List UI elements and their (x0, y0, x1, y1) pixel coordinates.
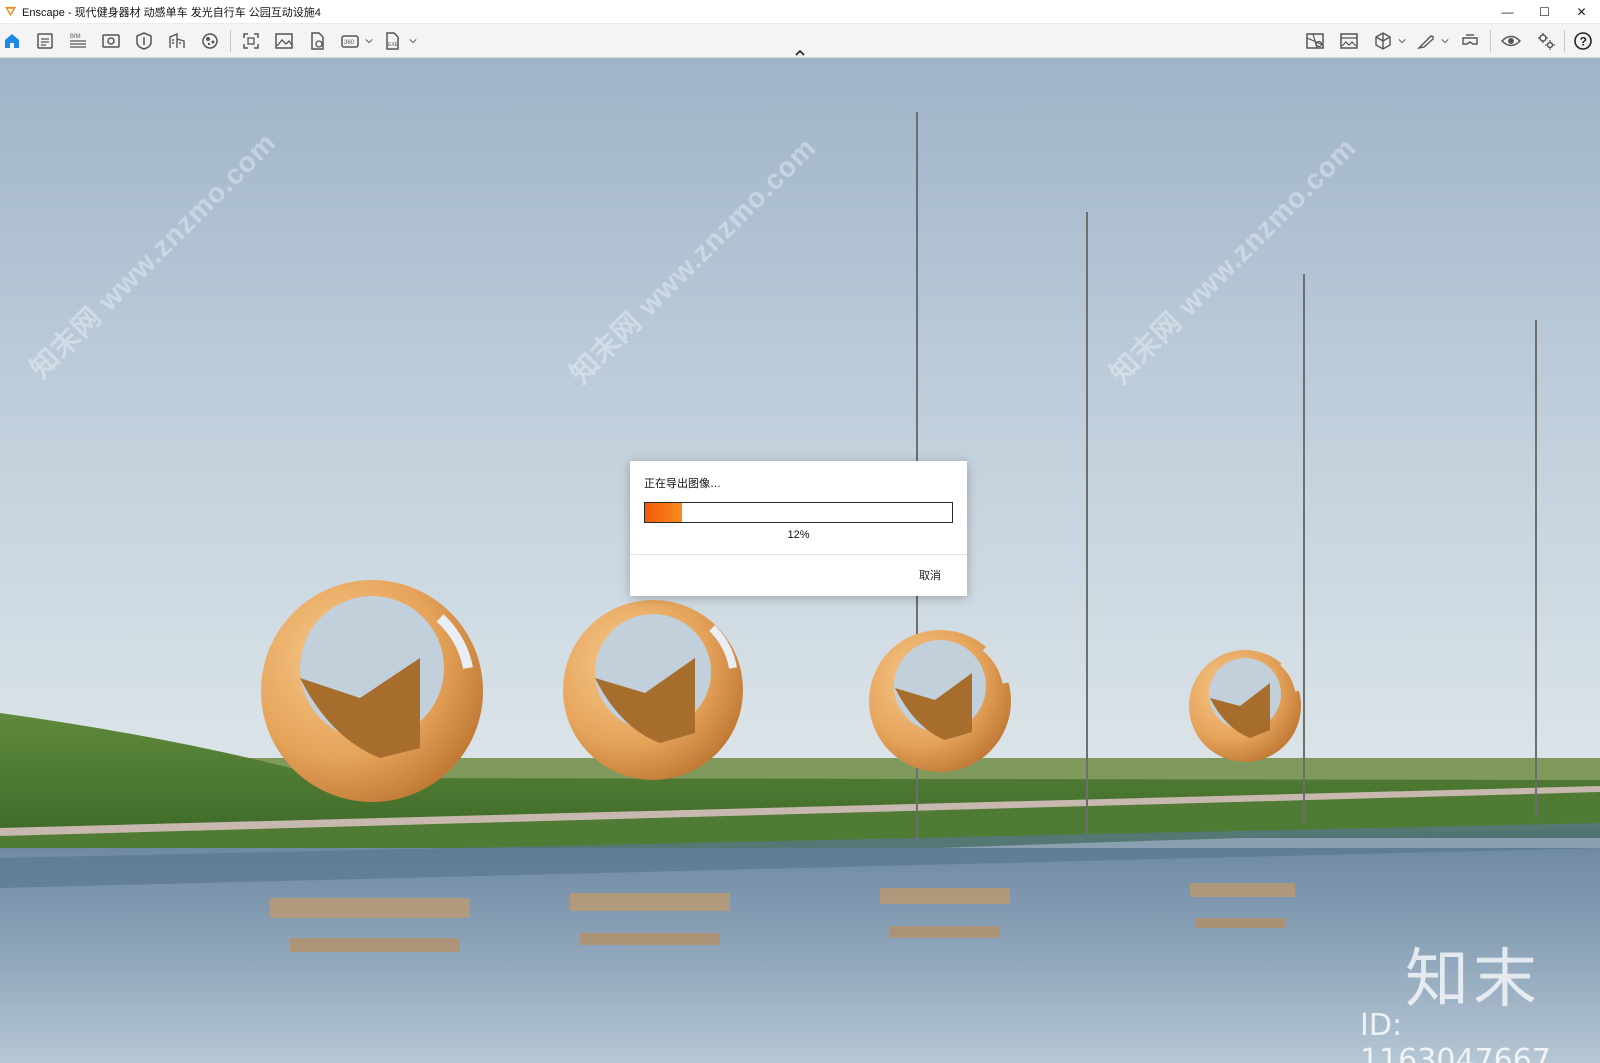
window-controls: — ☐ ✕ (1489, 0, 1600, 24)
bim-icon[interactable]: BIM (66, 29, 90, 53)
chevron-up-icon[interactable] (792, 46, 808, 58)
eye-icon[interactable] (1499, 29, 1523, 53)
progress-fill (645, 503, 682, 522)
main-toolbar: BIM 360 EXE ? (0, 24, 1600, 58)
asset-library-icon[interactable] (132, 29, 156, 53)
toolbar-divider (230, 30, 231, 52)
toolbar-divider (1490, 30, 1491, 52)
viewer-icon[interactable] (99, 29, 123, 53)
minimize-button[interactable]: — (1489, 0, 1526, 24)
bim-label: BIM (70, 34, 81, 40)
dialog-divider (630, 554, 967, 555)
toolbar-divider (1564, 30, 1565, 52)
chevron-down-icon[interactable] (364, 34, 374, 48)
enscape-window: Enscape - 现代健身器材 动感单车 发光自行车 公园互动设施4 — ☐ … (0, 0, 1600, 1063)
progress-percent: 12% (787, 529, 810, 541)
settings-icon[interactable] (1534, 29, 1558, 53)
help-label: ? (1580, 35, 1587, 49)
enscape-logo-icon (4, 6, 17, 17)
close-button[interactable]: ✕ (1563, 0, 1600, 24)
map-icon[interactable] (1303, 29, 1327, 53)
bike-orb (563, 600, 743, 780)
screenshot-icon[interactable] (239, 29, 263, 53)
exe-export-icon[interactable]: EXE (380, 29, 404, 53)
chevron-down-icon[interactable] (408, 34, 418, 48)
window-title: Enscape - 现代健身器材 动感单车 发光自行车 公园互动设施4 (22, 6, 321, 19)
progress-bar (644, 502, 953, 523)
bike-orb (261, 580, 483, 802)
cancel-button[interactable]: 取消 (919, 567, 941, 583)
dialog-title: 正在导出图像… (644, 478, 721, 490)
document-icon[interactable] (33, 29, 57, 53)
export-progress-dialog: 正在导出图像… 12% 取消 (630, 461, 967, 596)
feather-icon[interactable] (1414, 29, 1438, 53)
material-icon[interactable] (198, 29, 222, 53)
title-bar: Enscape - 现代健身器材 动感单车 发光自行车 公园互动设施4 — ☐ … (0, 0, 1600, 24)
maximize-button[interactable]: ☐ (1526, 0, 1563, 24)
vr-headset-icon[interactable] (1458, 29, 1482, 53)
watermark-id: ID: 1163047667 (1360, 1008, 1551, 1063)
chevron-down-icon[interactable] (1440, 34, 1450, 48)
watermark-logo: 知末 (1405, 943, 1541, 1017)
view-cube-icon[interactable] (1371, 29, 1395, 53)
bike-orb (1189, 650, 1301, 762)
chevron-down-icon[interactable] (1397, 34, 1407, 48)
panorama-360-icon[interactable]: 360 (338, 29, 362, 53)
render-image-icon[interactable] (272, 29, 296, 53)
home-icon[interactable] (0, 29, 24, 53)
export-icon[interactable] (305, 29, 329, 53)
bike-orb (869, 630, 1011, 772)
building-icon[interactable] (165, 29, 189, 53)
gallery-icon[interactable] (1337, 29, 1361, 53)
help-icon[interactable]: ? (1571, 29, 1595, 53)
pano-label: 360 (344, 40, 355, 46)
exe-label: EXE (388, 42, 399, 48)
